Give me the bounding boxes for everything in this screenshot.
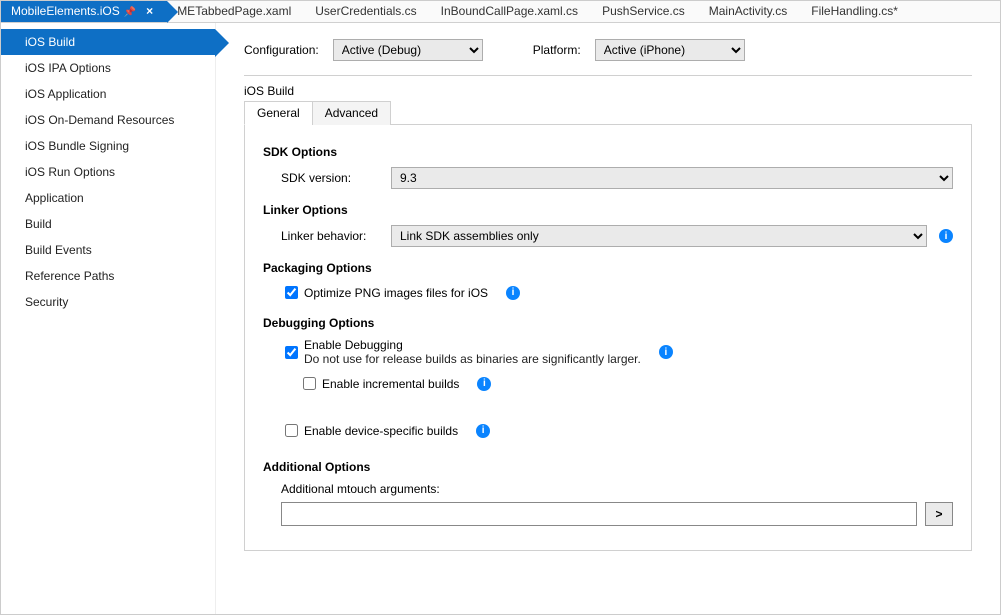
mtouch-row: > bbox=[281, 502, 953, 526]
config-row: Configuration: Active (Debug) Platform: … bbox=[244, 39, 972, 61]
document-tab[interactable]: PushService.cs bbox=[592, 1, 699, 22]
device-specific-label: Enable device-specific builds bbox=[304, 424, 458, 438]
sidebar-item[interactable]: iOS IPA Options bbox=[1, 55, 215, 81]
document-tab[interactable]: MainActivity.cs bbox=[699, 1, 801, 22]
sidebar-item[interactable]: Reference Paths bbox=[1, 263, 215, 289]
tab-advanced[interactable]: Advanced bbox=[312, 101, 391, 125]
packaging-options-title: Packaging Options bbox=[263, 261, 953, 275]
mtouch-more-button[interactable]: > bbox=[925, 502, 953, 526]
configuration-select[interactable]: Active (Debug) bbox=[333, 39, 483, 61]
mtouch-input[interactable] bbox=[281, 502, 917, 526]
device-specific-checkbox[interactable] bbox=[285, 424, 298, 437]
document-tab-label: InBoundCallPage.xaml.cs bbox=[441, 4, 578, 18]
configuration-label: Configuration: bbox=[244, 43, 319, 57]
close-icon[interactable]: × bbox=[146, 4, 153, 18]
additional-options-title: Additional Options bbox=[263, 460, 953, 474]
sidebar-item[interactable]: Build bbox=[1, 211, 215, 237]
main-panel: Configuration: Active (Debug) Platform: … bbox=[216, 23, 1000, 614]
optimize-png-row: Optimize PNG images files for iOS i bbox=[281, 283, 953, 302]
sidebar-item[interactable]: iOS Bundle Signing bbox=[1, 133, 215, 159]
enable-debugging-label: Enable Debugging bbox=[304, 338, 641, 352]
info-icon[interactable]: i bbox=[476, 424, 490, 438]
linker-behavior-row: Linker behavior: Link SDK assemblies onl… bbox=[281, 225, 953, 247]
sdk-options-title: SDK Options bbox=[263, 145, 953, 159]
info-icon[interactable]: i bbox=[659, 345, 673, 359]
linker-options-title: Linker Options bbox=[263, 203, 953, 217]
enable-debugging-row: Enable Debugging Do not use for release … bbox=[281, 338, 953, 366]
document-tab-label: METabbedPage.xaml bbox=[177, 4, 291, 18]
incremental-builds-row: Enable incremental builds i bbox=[299, 374, 953, 393]
document-tab-label: FileHandling.cs* bbox=[811, 4, 898, 18]
device-specific-row: Enable device-specific builds i bbox=[281, 421, 953, 440]
sdk-version-select[interactable]: 9.3 bbox=[391, 167, 953, 189]
document-tab-bar: MobileElements.iOS 📌 × METabbedPage.xaml Use… bbox=[1, 1, 1000, 23]
incremental-builds-label: Enable incremental builds bbox=[322, 377, 459, 391]
document-tab[interactable]: METabbedPage.xaml bbox=[167, 1, 305, 22]
sidebar-item[interactable]: iOS Application bbox=[1, 81, 215, 107]
info-icon[interactable]: i bbox=[939, 229, 953, 243]
mtouch-label: Additional mtouch arguments: bbox=[281, 482, 953, 496]
body: iOS BuildiOS IPA OptionsiOS Applicationi… bbox=[1, 23, 1000, 614]
divider bbox=[244, 75, 972, 76]
sdk-version-label: SDK version: bbox=[281, 171, 391, 185]
page-title: iOS Build bbox=[244, 84, 972, 98]
document-tab[interactable]: FileHandling.cs* bbox=[801, 1, 912, 22]
document-tab-label: MobileElements.iOS bbox=[11, 4, 120, 18]
sdk-version-row: SDK version: 9.3 bbox=[281, 167, 953, 189]
enable-debugging-note: Do not use for release builds as binarie… bbox=[304, 352, 641, 366]
optimize-png-label: Optimize PNG images files for iOS bbox=[304, 286, 488, 300]
document-tab[interactable]: MobileElements.iOS 📌 × bbox=[1, 1, 167, 22]
sidebar-item[interactable]: Security bbox=[1, 289, 215, 315]
sidebar-item[interactable]: iOS Run Options bbox=[1, 159, 215, 185]
tab-general[interactable]: General bbox=[244, 101, 313, 125]
enable-debugging-checkbox[interactable] bbox=[285, 346, 298, 359]
info-icon[interactable]: i bbox=[506, 286, 520, 300]
sidebar-item[interactable]: iOS On-Demand Resources bbox=[1, 107, 215, 133]
tab-panel-general: SDK Options SDK version: 9.3 Linker Opti… bbox=[244, 125, 972, 551]
sidebar-item[interactable]: Build Events bbox=[1, 237, 215, 263]
linker-behavior-label: Linker behavior: bbox=[281, 229, 391, 243]
platform-label: Platform: bbox=[533, 43, 581, 57]
sidebar-item[interactable]: iOS Build bbox=[1, 29, 215, 55]
document-tab[interactable]: UserCredentials.cs bbox=[305, 1, 430, 22]
platform-select[interactable]: Active (iPhone) bbox=[595, 39, 745, 61]
optimize-png-checkbox[interactable] bbox=[285, 286, 298, 299]
document-tab[interactable]: InBoundCallPage.xaml.cs bbox=[431, 1, 592, 22]
document-tab-label: UserCredentials.cs bbox=[315, 4, 416, 18]
document-tab-label: PushService.cs bbox=[602, 4, 685, 18]
inner-tabs: General Advanced bbox=[244, 100, 972, 125]
app-root: MobileElements.iOS 📌 × METabbedPage.xaml Use… bbox=[0, 0, 1001, 615]
properties-sidebar: iOS BuildiOS IPA OptionsiOS Applicationi… bbox=[1, 23, 216, 614]
incremental-builds-checkbox[interactable] bbox=[303, 377, 316, 390]
debugging-options-title: Debugging Options bbox=[263, 316, 953, 330]
linker-behavior-select[interactable]: Link SDK assemblies only bbox=[391, 225, 927, 247]
info-icon[interactable]: i bbox=[477, 377, 491, 391]
pin-icon[interactable]: 📌 bbox=[124, 7, 136, 18]
sidebar-item[interactable]: Application bbox=[1, 185, 215, 211]
document-tab-label: MainActivity.cs bbox=[709, 4, 787, 18]
